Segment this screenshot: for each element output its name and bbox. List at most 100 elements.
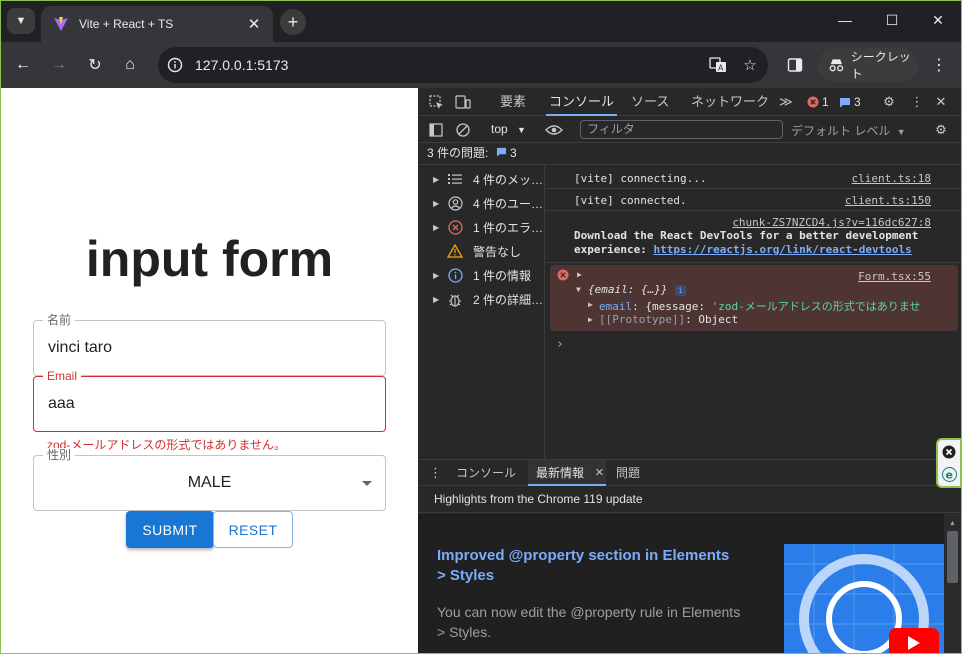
- email-field[interactable]: Email aaa: [33, 369, 386, 432]
- settings-gear-icon[interactable]: ⚙: [880, 93, 898, 111]
- sidebar-item-messages[interactable]: ▶ 4 件のメッ…: [418, 167, 545, 191]
- browser-toolbar: ← → ↻ ⌂ 127.0.0.1:5173 A ☆ シークレット ⋮: [1, 42, 961, 88]
- reload-icon[interactable]: ↻: [81, 51, 109, 79]
- log-text: Download the React DevTools for a better…: [574, 229, 919, 242]
- maximize-button[interactable]: ☐: [869, 1, 915, 39]
- sidebar-item-warnings[interactable]: ▶ 警告なし: [418, 239, 545, 263]
- side-panel-icon[interactable]: [781, 51, 809, 79]
- side-extension-widget[interactable]: e: [936, 438, 961, 488]
- message-count-badge[interactable]: 3: [839, 95, 861, 109]
- console-filter-input[interactable]: フィルタ: [580, 120, 783, 139]
- tab-elements[interactable]: 要素: [500, 88, 526, 116]
- issues-bar[interactable]: 3 件の問題: 3: [418, 143, 961, 165]
- live-expression-eye-icon[interactable]: [545, 121, 563, 139]
- window-close-button[interactable]: ✕: [915, 1, 961, 39]
- log-source-link[interactable]: client.ts:18: [852, 172, 931, 185]
- drawer-tab-console[interactable]: コンソール: [456, 460, 516, 486]
- incognito-badge[interactable]: シークレット: [818, 48, 918, 82]
- tab-network[interactable]: ネットワーク: [691, 88, 769, 116]
- expand-arrow-icon[interactable]: ▶: [588, 300, 593, 309]
- sidebar-item-user-messages[interactable]: ▶ 4 件のユー…: [418, 191, 545, 215]
- expand-arrow-icon: ▶: [433, 294, 440, 304]
- more-tabs-icon[interactable]: ≫: [779, 88, 793, 116]
- bookmark-star-icon[interactable]: ☆: [736, 51, 764, 79]
- svg-text:e: e: [946, 469, 953, 482]
- collapse-arrow-icon[interactable]: ▼: [576, 285, 581, 294]
- scrollbar-thumb[interactable]: [947, 531, 958, 583]
- log-text-line2: experience: https://reactjs.org/link/rea…: [574, 243, 912, 256]
- reset-button[interactable]: RESET: [213, 511, 293, 548]
- sidebar-toggle-icon[interactable]: [427, 121, 445, 139]
- submit-button[interactable]: SUBMIT: [126, 511, 214, 548]
- error-log-entry: ▶ Form.tsx:55 ▼ {email: {…}} i ▶ email: …: [550, 265, 958, 331]
- error-prototype-property[interactable]: [[Prototype]]: Object: [599, 313, 738, 326]
- home-icon[interactable]: ⌂: [116, 51, 144, 79]
- log-entry: [vite] connected. client.ts:150: [546, 189, 961, 211]
- error-count: 1: [822, 95, 829, 109]
- info-badge-icon: i: [675, 285, 686, 296]
- devtools-menu-icon[interactable]: ⋮: [908, 93, 926, 111]
- drawer-tab-whats-new[interactable]: 最新情報 ✕: [528, 460, 606, 486]
- back-arrow-icon[interactable]: ←: [9, 51, 37, 79]
- site-info-icon[interactable]: [165, 55, 185, 75]
- sidebar-item-info[interactable]: ▶ 1 件の情報: [418, 263, 545, 287]
- sidebar-item-label: 警告なし: [473, 244, 522, 259]
- devtools-close-icon[interactable]: ✕: [932, 93, 950, 111]
- browser-tab[interactable]: Vite + React + TS ✕: [41, 6, 273, 42]
- new-tab-button[interactable]: +: [280, 9, 306, 35]
- clear-console-icon[interactable]: [454, 121, 472, 139]
- incognito-icon: [829, 59, 844, 72]
- forward-arrow-icon[interactable]: →: [45, 51, 73, 79]
- react-devtools-link[interactable]: https://reactjs.org/link/react-devtools: [653, 243, 911, 256]
- browser-window: ▼ Vite + React + TS ✕ + — ☐ ✕ ← → ↻ ⌂ 12…: [1, 1, 961, 653]
- tab-console[interactable]: コンソール: [546, 88, 618, 116]
- log-source-link[interactable]: Form.tsx:55: [858, 270, 931, 283]
- expand-arrow-icon[interactable]: ▶: [577, 270, 582, 279]
- expand-arrow-icon: ▶: [433, 222, 440, 232]
- drawer-tab-bar: ⋮ コンソール 最新情報 ✕ 問題: [418, 459, 961, 486]
- log-level-dropdown[interactable]: デフォルト レベル ▼: [791, 122, 906, 139]
- drawer-tab-close-icon[interactable]: ✕: [595, 460, 604, 486]
- user-icon: [446, 194, 464, 212]
- log-text: [vite] connected.: [574, 194, 687, 207]
- error-object[interactable]: {email: {…}}: [588, 283, 667, 296]
- error-circle-icon: [446, 218, 464, 236]
- sidebar-item-errors[interactable]: ▶ 1 件のエラ…: [418, 215, 545, 239]
- gender-select[interactable]: 性別 MALE: [33, 448, 386, 511]
- inspect-element-icon[interactable]: [427, 93, 445, 111]
- console-prompt[interactable]: ›: [556, 337, 564, 352]
- dropdown-arrow-icon: [362, 481, 372, 486]
- tab-close-icon[interactable]: ✕: [245, 15, 263, 33]
- context-dropdown-icon: ▼: [517, 125, 526, 135]
- sidebar-item-label: 2 件の詳細…: [473, 292, 544, 307]
- error-email-property[interactable]: email: {message: 'zod-メールアドレスの形式ではありませ: [599, 298, 954, 314]
- console-settings-gear-icon[interactable]: ⚙: [932, 121, 950, 139]
- error-count-badge[interactable]: 1: [807, 95, 829, 109]
- drawer-menu-icon[interactable]: ⋮: [429, 465, 442, 481]
- whats-new-scrollbar[interactable]: ▲: [944, 514, 961, 653]
- email-field-label: Email: [43, 369, 82, 383]
- log-source-link[interactable]: chunk-ZS7NZCD4.js?v=116dc627:8: [732, 216, 931, 229]
- context-selector[interactable]: top ▼: [491, 122, 526, 136]
- device-toolbar-icon[interactable]: [454, 93, 472, 111]
- close-circle-icon[interactable]: [942, 445, 956, 459]
- minimize-button[interactable]: —: [822, 1, 868, 39]
- translate-icon[interactable]: A: [704, 51, 732, 79]
- sidebar-item-label: 1 件の情報: [473, 268, 532, 283]
- error-icon: [557, 269, 569, 281]
- name-field[interactable]: 名前 vinci taro: [33, 313, 386, 376]
- expand-arrow-icon: ▶: [433, 174, 440, 184]
- tab-sources[interactable]: ソース: [631, 88, 669, 116]
- warning-icon: [446, 242, 464, 260]
- whats-new-title[interactable]: Improved @property section in Elements >…: [437, 546, 737, 586]
- menu-kebab-icon[interactable]: ⋮: [925, 51, 953, 79]
- tab-search-button[interactable]: ▼: [7, 8, 35, 34]
- scroll-up-icon[interactable]: ▲: [949, 520, 956, 527]
- log-source-link[interactable]: client.ts:150: [845, 194, 931, 207]
- expand-arrow-icon[interactable]: ▶: [588, 315, 593, 324]
- address-bar[interactable]: 127.0.0.1:5173 A ☆: [158, 47, 768, 83]
- whats-new-video-thumbnail[interactable]: [784, 544, 944, 653]
- sidebar-item-label: 1 件のエラ…: [473, 220, 544, 235]
- drawer-tab-issues[interactable]: 問題: [616, 460, 640, 486]
- sidebar-item-verbose[interactable]: ▶ 2 件の詳細…: [418, 287, 545, 311]
